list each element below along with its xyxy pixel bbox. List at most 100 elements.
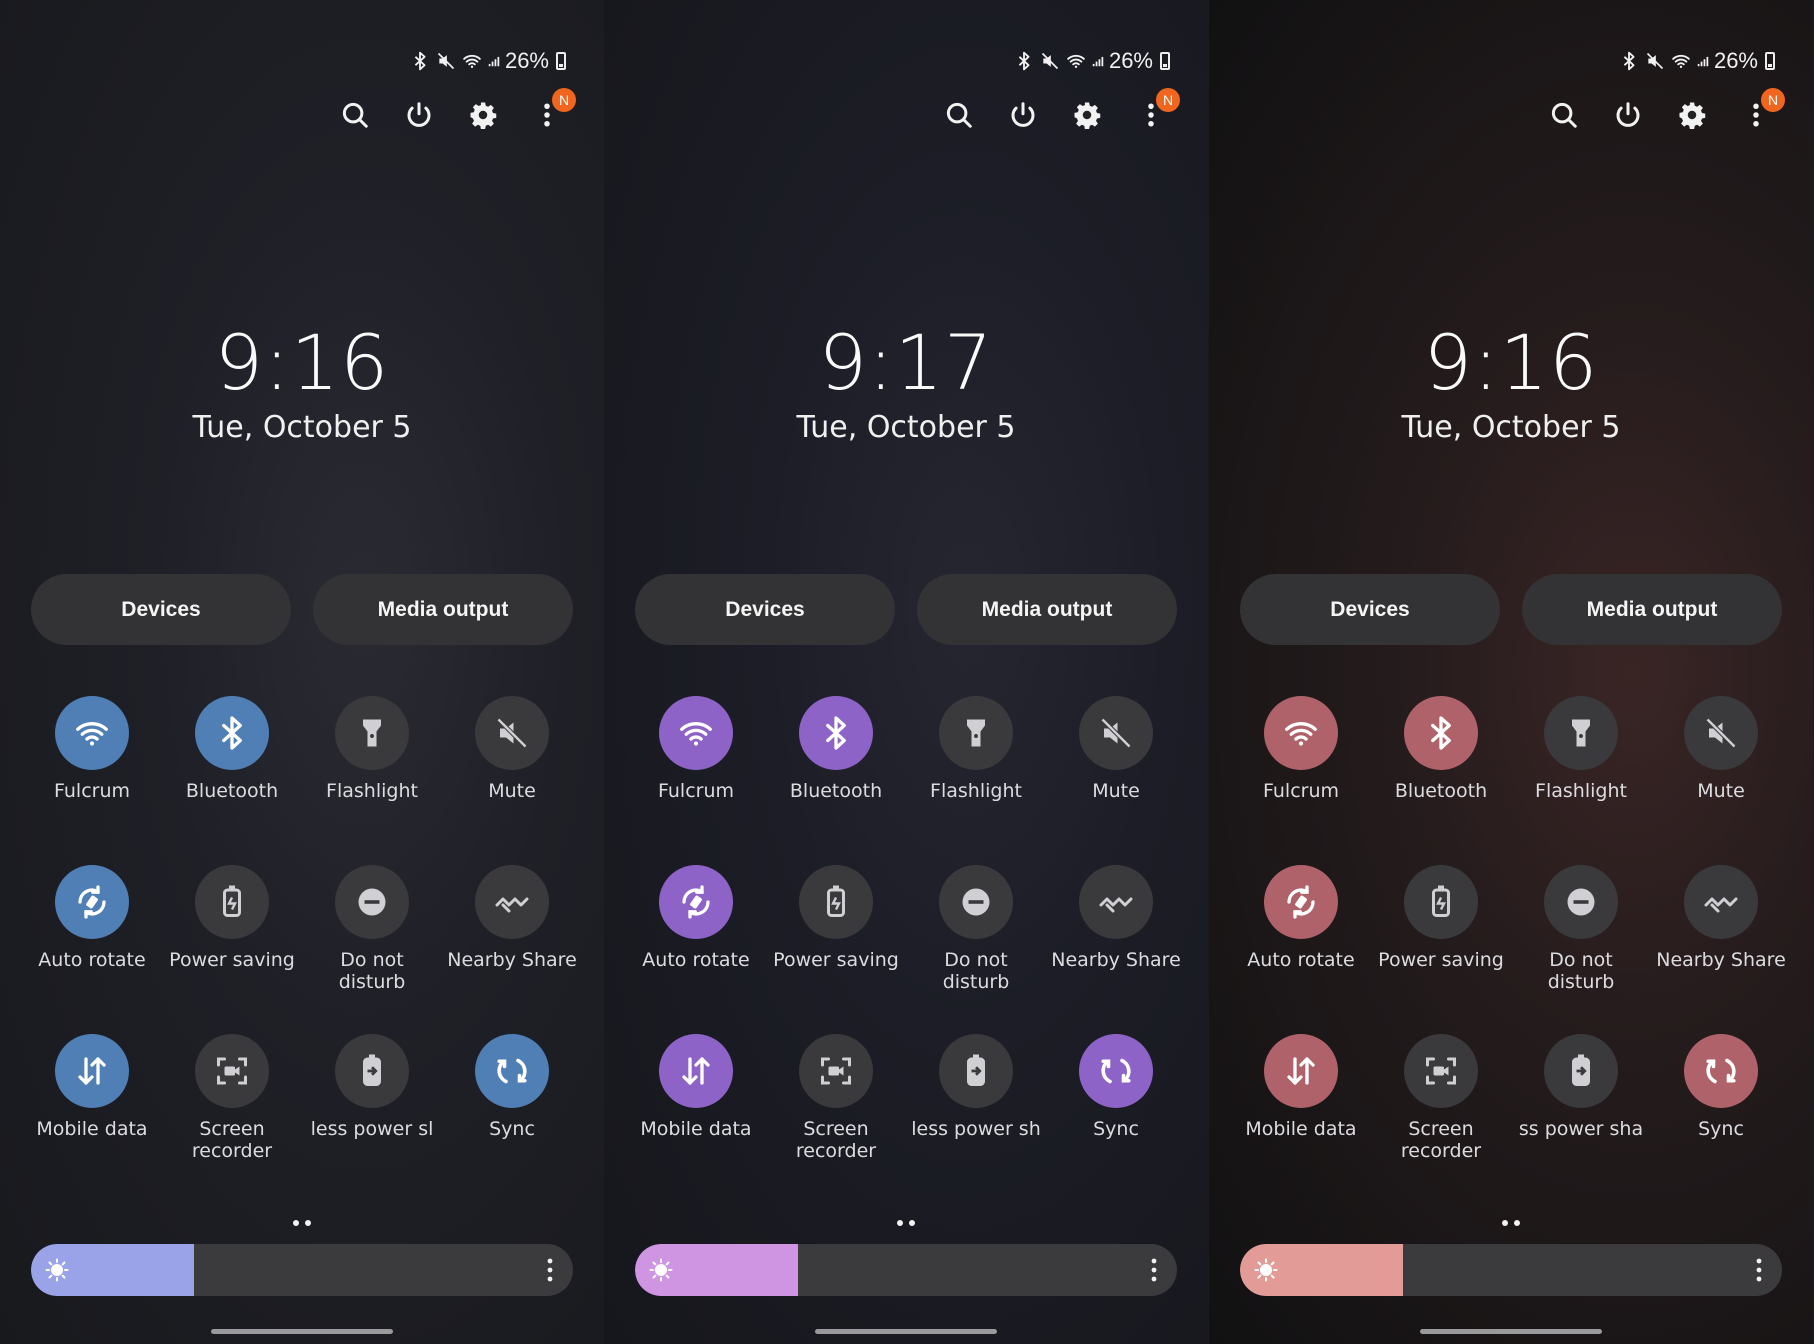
bluetooth-icon[interactable]: [195, 696, 269, 770]
page-dot: [909, 1220, 915, 1226]
power-button[interactable]: [1006, 100, 1040, 134]
tile-mobile-data[interactable]: Mobile data: [1231, 1034, 1371, 1203]
tile-less-power-sh[interactable]: less power sh: [906, 1034, 1046, 1203]
tile-do-not-disturb[interactable]: Do not disturb: [906, 865, 1046, 1034]
tile-flashlight[interactable]: Flashlight: [906, 696, 1046, 865]
bluetooth-icon[interactable]: [799, 696, 873, 770]
more-options-button[interactable]: N: [530, 88, 576, 134]
tile-nearby-share[interactable]: Nearby Share: [1046, 865, 1186, 1034]
wifi-icon[interactable]: [1264, 696, 1338, 770]
settings-button[interactable]: [466, 100, 500, 134]
auto-rotate-icon[interactable]: [659, 865, 733, 939]
do-not-disturb-icon[interactable]: [335, 865, 409, 939]
tile-nearby-share[interactable]: Nearby Share: [1651, 865, 1791, 1034]
media-output-button[interactable]: Media output: [313, 574, 573, 645]
flashlight-icon[interactable]: [335, 696, 409, 770]
more-options-button[interactable]: N: [1739, 88, 1785, 134]
sync-icon[interactable]: [1684, 1034, 1758, 1108]
nearby-share-icon[interactable]: [475, 865, 549, 939]
tile-sync[interactable]: Sync: [442, 1034, 582, 1203]
tile-flashlight[interactable]: Flashlight: [302, 696, 442, 865]
devices-button[interactable]: Devices: [1240, 574, 1500, 645]
screen-recorder-icon[interactable]: [799, 1034, 873, 1108]
tile-mute[interactable]: Mute: [1046, 696, 1186, 865]
tile-mobile-data[interactable]: Mobile data: [22, 1034, 162, 1203]
tile-bluetooth[interactable]: Bluetooth: [162, 696, 302, 865]
tile-auto-rotate[interactable]: Auto rotate: [626, 865, 766, 1034]
devices-button[interactable]: Devices: [31, 574, 291, 645]
tile-ss-power-sha[interactable]: ss power sha: [1511, 1034, 1651, 1203]
sync-icon[interactable]: [1079, 1034, 1153, 1108]
tile-screen-recorder[interactable]: Screen recorder: [1371, 1034, 1511, 1203]
power-button[interactable]: [1611, 100, 1645, 134]
navigation-handle[interactable]: [211, 1329, 393, 1334]
auto-rotate-icon[interactable]: [55, 865, 129, 939]
more-options-button[interactable]: N: [1134, 88, 1180, 134]
search-button[interactable]: [338, 100, 372, 134]
power-saving-icon[interactable]: [799, 865, 873, 939]
nearby-share-icon[interactable]: [1079, 865, 1153, 939]
tile-mobile-data[interactable]: Mobile data: [626, 1034, 766, 1203]
navigation-handle[interactable]: [1420, 1329, 1602, 1334]
mobile-data-icon[interactable]: [659, 1034, 733, 1108]
mute-icon[interactable]: [475, 696, 549, 770]
tile-power-saving[interactable]: Power saving: [162, 865, 302, 1034]
brightness-more-icon[interactable]: [1756, 1256, 1762, 1284]
media-output-button[interactable]: Media output: [1522, 574, 1782, 645]
wireless-power-share-icon[interactable]: [939, 1034, 1013, 1108]
tile-flashlight[interactable]: Flashlight: [1511, 696, 1651, 865]
tile-fulcrum[interactable]: Fulcrum: [22, 696, 162, 865]
tile-fulcrum[interactable]: Fulcrum: [1231, 696, 1371, 865]
tile-mute[interactable]: Mute: [1651, 696, 1791, 865]
power-button[interactable]: [402, 100, 436, 134]
settings-button[interactable]: [1070, 100, 1104, 134]
mute-icon[interactable]: [1079, 696, 1153, 770]
search-button[interactable]: [1547, 100, 1581, 134]
search-button[interactable]: [942, 100, 976, 134]
tile-power-saving[interactable]: Power saving: [766, 865, 906, 1034]
brightness-slider[interactable]: [31, 1244, 573, 1296]
tile-do-not-disturb[interactable]: Do not disturb: [302, 865, 442, 1034]
flashlight-icon[interactable]: [1544, 696, 1618, 770]
power-saving-icon[interactable]: [195, 865, 269, 939]
tile-nearby-share[interactable]: Nearby Share: [442, 865, 582, 1034]
navigation-handle[interactable]: [815, 1329, 997, 1334]
brightness-slider[interactable]: [635, 1244, 1177, 1296]
do-not-disturb-icon[interactable]: [1544, 865, 1618, 939]
wifi-icon[interactable]: [55, 696, 129, 770]
wifi-icon[interactable]: [659, 696, 733, 770]
devices-button[interactable]: Devices: [635, 574, 895, 645]
screen-recorder-icon[interactable]: [195, 1034, 269, 1108]
brightness-slider[interactable]: [1240, 1244, 1782, 1296]
tile-less-power-sl[interactable]: less power sl: [302, 1034, 442, 1203]
tile-auto-rotate[interactable]: Auto rotate: [1231, 865, 1371, 1034]
tile-screen-recorder[interactable]: Screen recorder: [162, 1034, 302, 1203]
wireless-power-share-icon[interactable]: [1544, 1034, 1618, 1108]
tile-sync[interactable]: Sync: [1651, 1034, 1791, 1203]
sync-icon[interactable]: [475, 1034, 549, 1108]
tile-sync[interactable]: Sync: [1046, 1034, 1186, 1203]
brightness-more-icon[interactable]: [547, 1256, 553, 1284]
bluetooth-icon[interactable]: [1404, 696, 1478, 770]
flashlight-icon[interactable]: [939, 696, 1013, 770]
nearby-share-icon[interactable]: [1684, 865, 1758, 939]
tile-power-saving[interactable]: Power saving: [1371, 865, 1511, 1034]
auto-rotate-icon[interactable]: [1264, 865, 1338, 939]
tile-mute[interactable]: Mute: [442, 696, 582, 865]
tile-auto-rotate[interactable]: Auto rotate: [22, 865, 162, 1034]
tile-do-not-disturb[interactable]: Do not disturb: [1511, 865, 1651, 1034]
mobile-data-icon[interactable]: [1264, 1034, 1338, 1108]
tile-bluetooth[interactable]: Bluetooth: [766, 696, 906, 865]
tile-screen-recorder[interactable]: Screen recorder: [766, 1034, 906, 1203]
settings-button[interactable]: [1675, 100, 1709, 134]
mute-icon[interactable]: [1684, 696, 1758, 770]
tile-bluetooth[interactable]: Bluetooth: [1371, 696, 1511, 865]
do-not-disturb-icon[interactable]: [939, 865, 1013, 939]
power-saving-icon[interactable]: [1404, 865, 1478, 939]
media-output-button[interactable]: Media output: [917, 574, 1177, 645]
screen-recorder-icon[interactable]: [1404, 1034, 1478, 1108]
tile-fulcrum[interactable]: Fulcrum: [626, 696, 766, 865]
wireless-power-share-icon[interactable]: [335, 1034, 409, 1108]
mobile-data-icon[interactable]: [55, 1034, 129, 1108]
brightness-more-icon[interactable]: [1151, 1256, 1157, 1284]
